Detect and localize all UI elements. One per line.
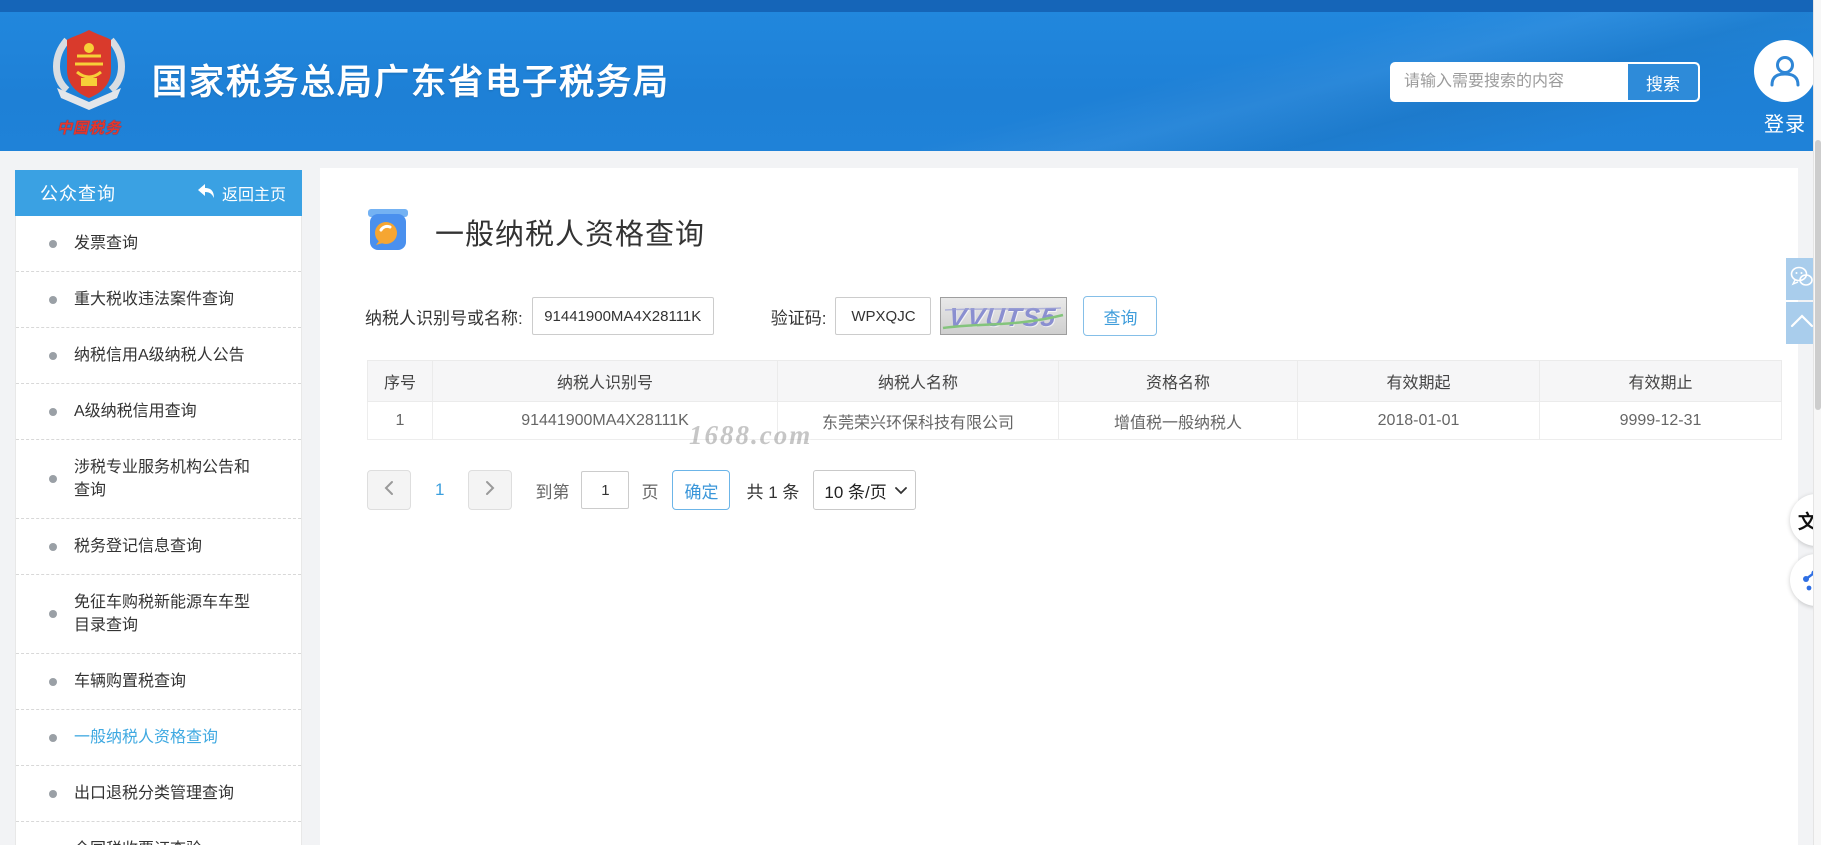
bullet-icon: [49, 610, 57, 618]
bullet-icon: [49, 475, 57, 483]
result-table-wrap: 序号 纳税人识别号 纳税人名称 资格名称 有效期起 有效期止 1 9144190…: [367, 360, 1782, 450]
sidebar-item-new-energy-vehicle[interactable]: 免征车购税新能源车车型目录查询: [16, 574, 301, 653]
sidebar-item-major-tax-violation[interactable]: 重大税收违法案件查询: [16, 271, 301, 327]
col-serial: 序号: [367, 360, 433, 402]
chevron-right-icon: [485, 480, 495, 501]
total-records-text: 共 1 条: [746, 482, 800, 502]
tax-bureau-logo: 中国税务: [34, 26, 144, 138]
query-form: 纳税人识别号或名称: 验证码: VVUTS5 查询: [365, 296, 1798, 336]
bullet-icon: [49, 295, 57, 304]
scroll-top-button[interactable]: [1786, 302, 1814, 344]
col-taxpayer-name: 纳税人名称: [777, 360, 1059, 402]
bullet-icon: [49, 239, 57, 248]
col-valid-to: 有效期止: [1539, 360, 1782, 402]
captcha-input[interactable]: [835, 297, 932, 335]
vertical-scrollbar[interactable]: [1813, 0, 1821, 845]
query-button[interactable]: 查询: [1083, 296, 1158, 336]
prev-page-button[interactable]: [367, 470, 411, 510]
cell-valid-from: 2018-01-01: [1297, 401, 1540, 440]
confirm-page-button[interactable]: 确定: [672, 470, 731, 510]
login-label[interactable]: 登录: [1752, 108, 1818, 137]
sidebar-item-general-taxpayer-query[interactable]: 一般纳税人资格查询: [16, 709, 301, 765]
captcha-label: 验证码:: [770, 308, 827, 328]
sidebar-item-vehicle-purchase-tax[interactable]: 车辆购置税查询: [16, 653, 301, 709]
col-valid-from: 有效期起: [1297, 360, 1540, 402]
goto-page-input[interactable]: [581, 471, 630, 509]
site-header: 中国税务 国家税务总局广东省电子税务局 搜索 登录: [0, 12, 1821, 151]
sidebar-item-a-level-announcement[interactable]: 纳税信用A级纳税人公告: [16, 327, 301, 383]
chevron-down-icon: [894, 480, 907, 500]
login-widget[interactable]: 登录: [1752, 40, 1818, 137]
sidebar-item-tax-registration-info[interactable]: 税务登记信息查询: [16, 518, 301, 574]
site-title: 国家税务总局广东省电子税务局: [152, 63, 671, 102]
public-query-sidebar: 公众查询 返回主页 发票查询 重大税收违法案件查询 纳税信用A级纳税人公告 A级…: [15, 170, 302, 845]
bullet-icon: [49, 789, 57, 798]
goto-page-prefix: 到第: [535, 482, 570, 502]
cell-taxpayer-id: 91441900MA4X28111K: [432, 401, 778, 440]
bullet-icon: [49, 677, 57, 686]
sidebar-title: 公众查询: [40, 184, 116, 204]
query-page-icon: [365, 204, 411, 259]
pagination: 1 到第 页 确定 共 1 条 10 条/页: [367, 470, 1798, 510]
sidebar-item-export-rebate-query[interactable]: 出口退税分类管理查询: [16, 765, 301, 821]
page-size-value: 10 条/页: [824, 482, 887, 502]
taxpayer-id-label: 纳税人识别号或名称:: [365, 308, 523, 328]
back-arrow-icon: [197, 183, 215, 204]
page-number[interactable]: 1: [435, 480, 444, 500]
cell-serial: 1: [367, 401, 433, 440]
sidebar-item-national-tax-receipt-check[interactable]: 全国税收票证查验: [16, 821, 301, 845]
page-title: 一般纳税人资格查询: [435, 218, 706, 251]
sidebar-header: 公众查询 返回主页: [15, 170, 302, 216]
col-taxpayer-id: 纳税人识别号: [432, 360, 778, 402]
taxpayer-id-input[interactable]: [531, 297, 714, 335]
header-search: 搜索: [1390, 62, 1700, 102]
page-head: 一般纳税人资格查询: [365, 204, 1798, 259]
main-content: 一般纳税人资格查询 纳税人识别号或名称: 验证码: VVUTS5 查询 序号 纳…: [320, 168, 1798, 845]
user-avatar-icon[interactable]: [1754, 40, 1816, 102]
scrollbar-thumb[interactable]: [1815, 140, 1821, 410]
national-tax-emblem-icon: [47, 30, 131, 118]
bullet-icon: [49, 351, 57, 360]
captcha-image[interactable]: VVUTS5: [940, 297, 1068, 335]
sidebar-menu: 发票查询 重大税收违法案件查询 纳税信用A级纳税人公告 A级纳税信用查询 涉税专…: [15, 216, 302, 845]
chevron-up-icon: [1790, 312, 1814, 335]
sidebar-item-fapiao-query[interactable]: 发票查询: [16, 216, 301, 271]
cell-qualification: 增值税一般纳税人: [1058, 401, 1298, 440]
wechat-share-button[interactable]: [1786, 258, 1814, 300]
col-qualification: 资格名称: [1058, 360, 1298, 402]
back-to-home-link[interactable]: 返回主页: [197, 181, 286, 205]
goto-page-suffix: 页: [641, 482, 659, 502]
logo-caption: 中国税务: [56, 120, 121, 137]
bullet-icon: [49, 733, 57, 742]
search-button[interactable]: 搜索: [1626, 64, 1698, 100]
sidebar-item-tax-service-agency[interactable]: 涉税专业服务机构公告和查询: [16, 439, 301, 518]
next-page-button[interactable]: [468, 470, 513, 510]
result-table: 序号 纳税人识别号 纳税人名称 资格名称 有效期起 有效期止 1 9144190…: [367, 360, 1782, 440]
bullet-icon: [49, 542, 57, 551]
table-header-row: 序号 纳税人识别号 纳税人名称 资格名称 有效期起 有效期止: [367, 360, 1782, 402]
bullet-icon: [49, 407, 57, 416]
cell-taxpayer-name: 东莞荣兴环保科技有限公司: [777, 401, 1059, 440]
wechat-icon: [1790, 266, 1814, 293]
back-home-label: 返回主页: [221, 187, 286, 204]
search-input[interactable]: [1392, 64, 1626, 100]
top-strip: [0, 0, 1821, 12]
sidebar-item-a-level-credit-query[interactable]: A级纳税信用查询: [16, 383, 301, 439]
chevron-left-icon: [384, 480, 394, 501]
page-size-select[interactable]: 10 条/页: [813, 470, 916, 510]
cell-valid-to: 9999-12-31: [1539, 401, 1782, 440]
table-row: 1 91441900MA4X28111K 东莞荣兴环保科技有限公司 增值税一般纳…: [367, 401, 1782, 440]
